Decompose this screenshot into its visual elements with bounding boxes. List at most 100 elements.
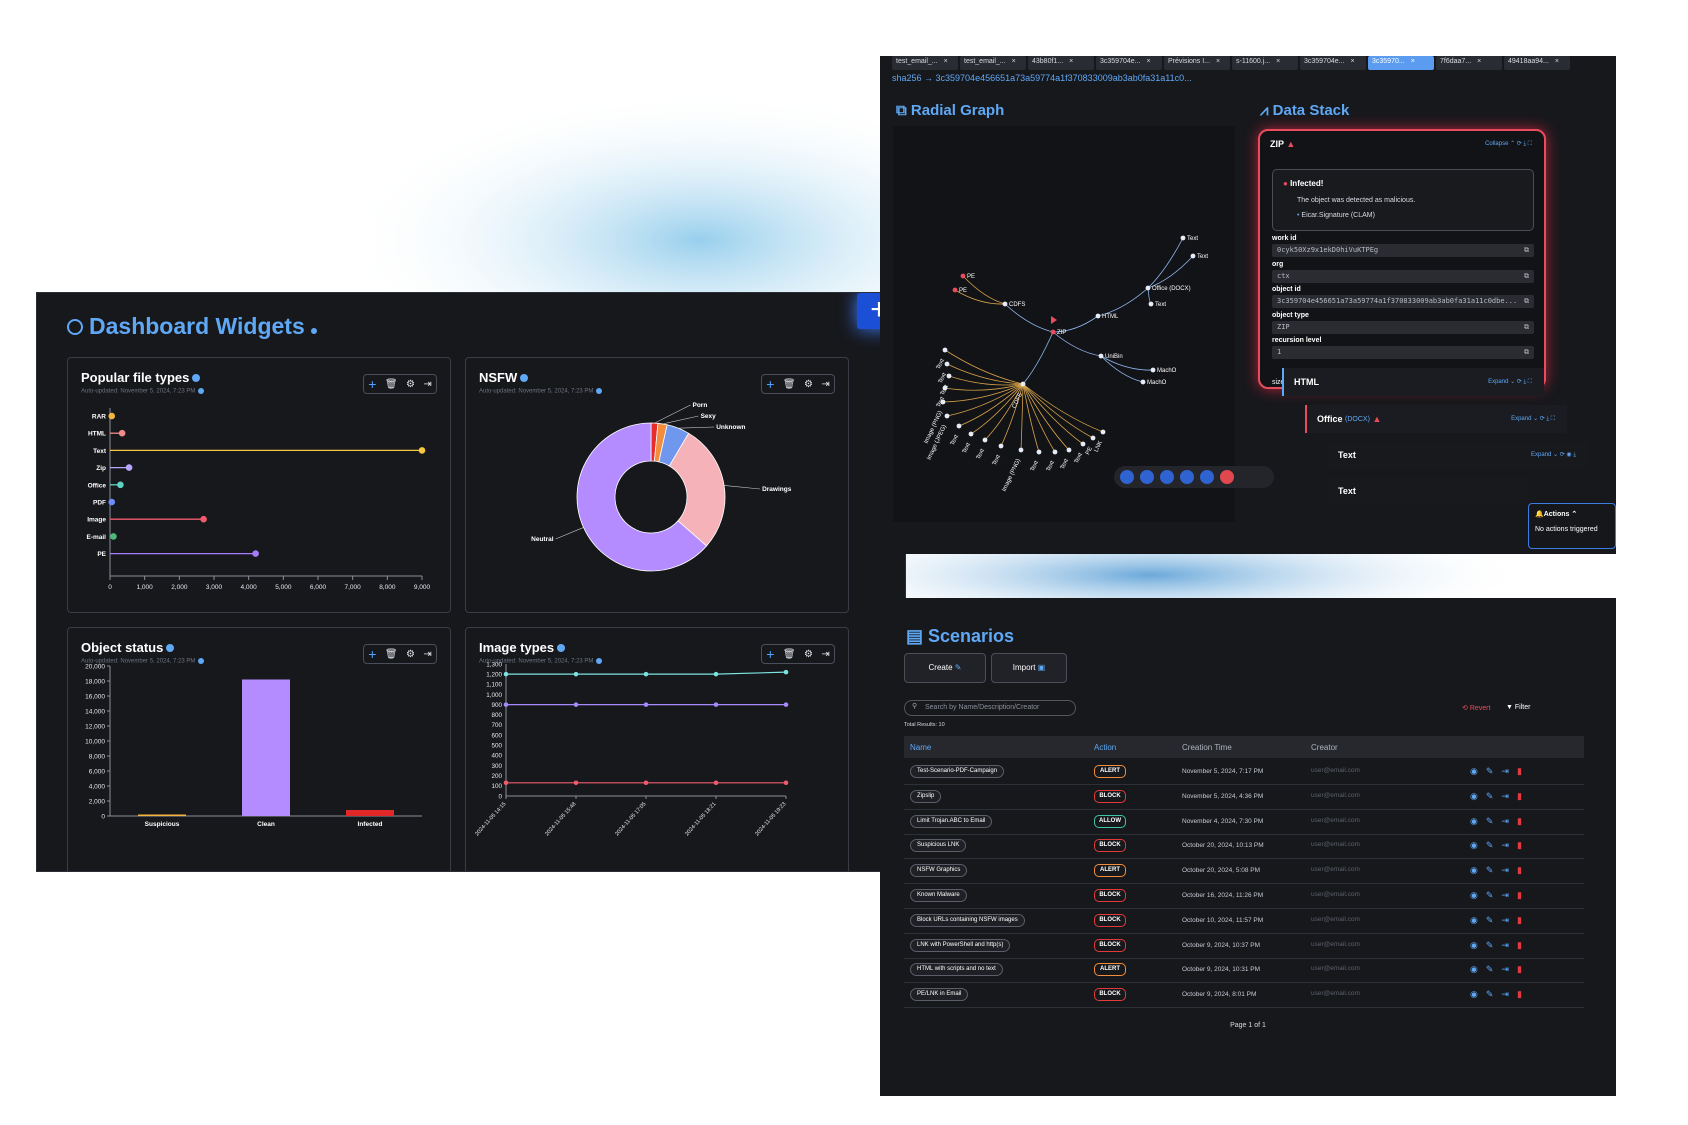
gear-icon[interactable]: ⚙ bbox=[406, 649, 415, 660]
export-icon[interactable]: ⇥ bbox=[423, 649, 431, 660]
search-input[interactable]: ⚲ Search by Name/Description/Creator bbox=[904, 700, 1076, 716]
tab[interactable]: 3c359704e... × bbox=[1096, 56, 1162, 70]
edit-icon[interactable]: ✎ bbox=[1486, 964, 1494, 975]
tab[interactable]: 49418aa94... × bbox=[1504, 56, 1570, 70]
table-row[interactable]: Test-Scenario-PDF-Campaign ALERT November … bbox=[904, 758, 1584, 785]
expand-button[interactable]: Expand ⌄ ⟳ ⤓ ⛶ bbox=[1488, 378, 1532, 386]
table-row[interactable]: Limit Trojan.ABC to Email ALLOW November 4… bbox=[904, 808, 1584, 835]
trash-icon[interactable]: 🗑 bbox=[783, 649, 796, 660]
scenario-name[interactable]: LNK with PowerShell and http(s) bbox=[910, 938, 1011, 952]
view-icon[interactable]: ◉ bbox=[1470, 791, 1478, 802]
export-icon[interactable]: ⇥ bbox=[1501, 816, 1509, 827]
fit-icon[interactable] bbox=[1120, 470, 1134, 484]
expand-button[interactable]: Expand ⌄ ⟳ ⤓ ⛶ bbox=[1511, 415, 1555, 423]
trash-icon[interactable]: 🗑 bbox=[385, 379, 398, 390]
edit-icon[interactable]: ✎ bbox=[1486, 915, 1494, 926]
table-row[interactable]: Known Malware BLOCK October 16, 2024, 11:2… bbox=[904, 882, 1584, 909]
table-row[interactable]: Block URLs containing NSFW images BLOCK Oc… bbox=[904, 907, 1584, 934]
tab[interactable]: 3c35970... × bbox=[1368, 56, 1434, 70]
scenario-name[interactable]: Suspicious LNK bbox=[910, 839, 967, 853]
edit-icon[interactable]: ✎ bbox=[1486, 940, 1494, 951]
delete-icon[interactable]: ▮ bbox=[1517, 964, 1522, 975]
field-value[interactable]: ctx ⧉ bbox=[1272, 269, 1534, 283]
delete-icon[interactable]: ▮ bbox=[1517, 989, 1522, 1000]
tab[interactable]: test_email_... × bbox=[960, 56, 1026, 70]
table-row[interactable]: LNK with PowerShell and http(s) BLOCK Octo… bbox=[904, 932, 1584, 959]
delete-icon[interactable]: ▮ bbox=[1517, 816, 1522, 827]
table-row[interactable]: Suspicious LNK BLOCK October 20, 2024, 10:… bbox=[904, 832, 1584, 860]
stack-item-text[interactable]: Text bbox=[1328, 478, 1528, 504]
plus-icon[interactable]: + bbox=[368, 646, 376, 662]
delete-icon[interactable]: ▮ bbox=[1517, 890, 1522, 901]
edit-icon[interactable]: ✎ bbox=[1486, 791, 1494, 802]
table-row[interactable]: NSFW Graphics ALERT October 20, 2024, 5:08… bbox=[904, 857, 1584, 885]
breadcrumb[interactable]: sha256 → 3c359704e456651a73a59774a1f3708… bbox=[892, 73, 1192, 83]
column-name[interactable]: Name bbox=[910, 743, 931, 752]
export-icon[interactable]: ⇥ bbox=[1501, 791, 1509, 802]
export-icon[interactable]: ⇥ bbox=[1501, 940, 1509, 951]
view-icon[interactable]: ◉ bbox=[1470, 940, 1478, 951]
tab[interactable]: s-11600.j... × bbox=[1232, 56, 1298, 70]
plus-icon[interactable]: + bbox=[766, 376, 774, 392]
create-button[interactable]: Create ✎ bbox=[904, 653, 986, 683]
gear-icon[interactable]: ⚙ bbox=[406, 379, 415, 390]
scenario-name[interactable]: PE/LNK in Email bbox=[910, 988, 969, 1002]
tab[interactable]: test_email_... × bbox=[892, 56, 958, 70]
gear-icon[interactable]: ⚙ bbox=[804, 649, 813, 660]
view-icon[interactable]: ◉ bbox=[1470, 964, 1478, 975]
view-icon[interactable]: ◉ bbox=[1470, 915, 1478, 926]
select-icon[interactable] bbox=[1140, 470, 1154, 484]
view-icon[interactable]: ◉ bbox=[1470, 989, 1478, 1000]
delete-icon[interactable]: ▮ bbox=[1517, 915, 1522, 926]
delete-icon[interactable]: ▮ bbox=[1517, 865, 1522, 876]
import-button[interactable]: Import ▣ bbox=[991, 653, 1067, 683]
export-icon[interactable]: ⇥ bbox=[1501, 890, 1509, 901]
export-icon[interactable]: ⇥ bbox=[1501, 989, 1509, 1000]
gear-icon[interactable]: ⚙ bbox=[804, 379, 813, 390]
radial-graph[interactable]: PEPECDFSZIPHTMLOffice (DOCX)TextTextText… bbox=[893, 126, 1235, 522]
column-action[interactable]: Action bbox=[1094, 743, 1116, 752]
edit-icon[interactable]: ✎ bbox=[1486, 865, 1494, 876]
view-icon[interactable]: ◉ bbox=[1470, 840, 1478, 851]
scenario-name[interactable]: HTML with scripts and no text bbox=[910, 963, 1003, 977]
field-value[interactable]: 0cyk50Xz9x1ekD0hiVuKTPEg ⧉ bbox=[1272, 244, 1534, 257]
edit-icon[interactable]: ✎ bbox=[1486, 840, 1494, 851]
expand-button[interactable]: Expand ⌄ ⟳ ◉ ⤓ bbox=[1531, 451, 1576, 459]
view-icon[interactable]: ◉ bbox=[1470, 816, 1478, 827]
delete-icon[interactable]: ▮ bbox=[1517, 940, 1522, 951]
stack-item-office[interactable]: Office (DOCX) ▲ Expand ⌄ ⟳ ⤓ ⛶ bbox=[1305, 405, 1567, 433]
revert-button[interactable]: ⟲ Revert bbox=[1462, 704, 1490, 712]
delete-icon[interactable]: ▮ bbox=[1517, 766, 1522, 777]
tab[interactable]: 43b80f1... × bbox=[1028, 56, 1094, 70]
tab[interactable]: Prévisions I... × bbox=[1164, 56, 1230, 70]
plus-icon[interactable]: + bbox=[766, 646, 774, 662]
scenario-name[interactable]: Known Malware bbox=[910, 889, 967, 902]
scenario-name[interactable]: Limit Trojan.ABC to Email bbox=[910, 814, 993, 828]
delete-icon[interactable]: ▮ bbox=[1517, 840, 1522, 851]
column-creator[interactable]: Creator bbox=[1311, 743, 1338, 752]
table-row[interactable]: PE/LNK in Email BLOCK October 9, 2024, 8:0… bbox=[904, 981, 1584, 1009]
column-creation-time[interactable]: Creation Time bbox=[1182, 743, 1232, 752]
export-icon[interactable]: ⇥ bbox=[1501, 915, 1509, 926]
collapse-button[interactable]: Collapse ⌃ ⟳ ⤓ ⛶ bbox=[1485, 140, 1532, 148]
view-icon[interactable]: ◉ bbox=[1470, 766, 1478, 777]
table-row[interactable]: HTML with scripts and no text ALERT Octobe… bbox=[904, 956, 1584, 984]
code-icon[interactable] bbox=[1180, 470, 1194, 484]
table-row[interactable]: Zipslip BLOCK November 5, 2024, 4:36 PM use… bbox=[904, 783, 1584, 810]
field-value[interactable]: 1 ⧉ bbox=[1272, 346, 1534, 359]
export-icon[interactable]: ⇥ bbox=[821, 379, 829, 390]
stack-item-html[interactable]: HTML Expand ⌄ ⟳ ⤓ ⛶ bbox=[1282, 368, 1544, 396]
reset-icon[interactable] bbox=[1220, 470, 1234, 484]
delete-icon[interactable]: ▮ bbox=[1517, 791, 1522, 802]
field-value[interactable]: 3c359704e456651a73a59774a1f370833009ab3a… bbox=[1272, 295, 1534, 308]
export-icon[interactable]: ⇥ bbox=[423, 379, 431, 390]
export-icon[interactable]: ⇥ bbox=[1501, 840, 1509, 851]
export-icon[interactable]: ⇥ bbox=[1501, 766, 1509, 777]
trash-icon[interactable]: 🗑 bbox=[783, 379, 796, 390]
field-value[interactable]: ZIP ⧉ bbox=[1272, 320, 1534, 334]
scenario-name[interactable]: NSFW Graphics bbox=[910, 864, 968, 878]
edit-icon[interactable]: ✎ bbox=[1486, 890, 1494, 901]
scenario-name[interactable]: Test-Scenario-PDF-Campaign bbox=[910, 765, 1005, 778]
stack-item-text[interactable]: Text Expand ⌄ ⟳ ◉ ⤓ bbox=[1328, 442, 1588, 468]
view-icon[interactable]: ◉ bbox=[1470, 865, 1478, 876]
